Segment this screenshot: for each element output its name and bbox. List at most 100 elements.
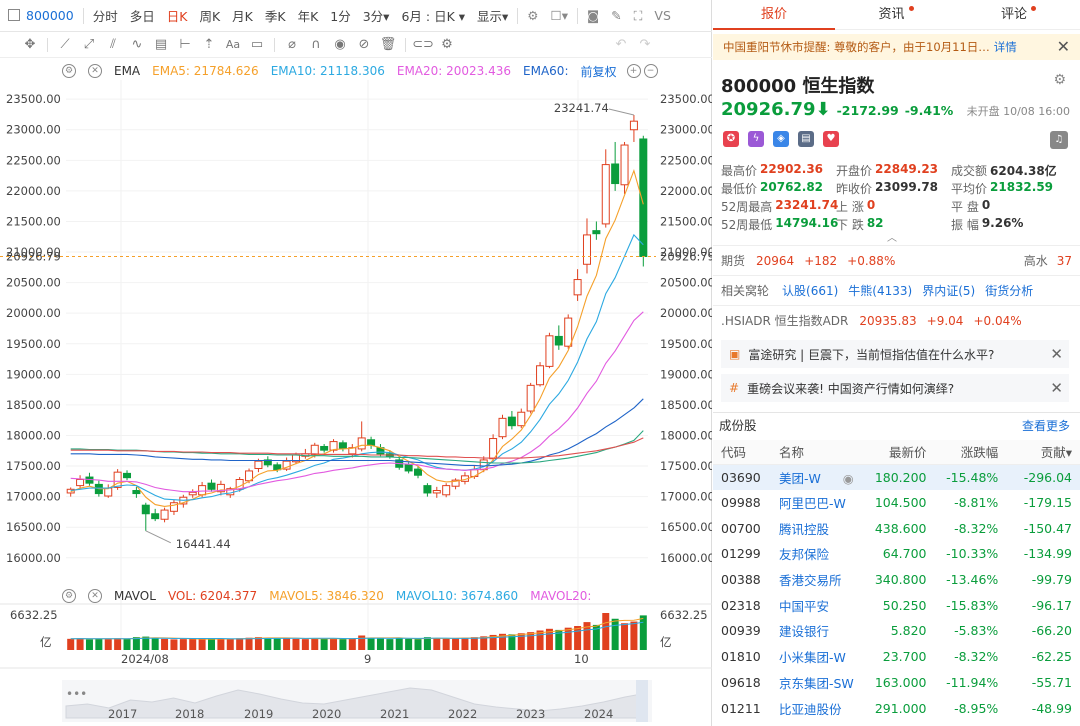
- table-row[interactable]: 09988 阿里巴巴-W 104.500 -8.81% -179.15: [713, 490, 1080, 516]
- news-item[interactable]: ▣ 富途研究 | 巨震下，当前恒指估值在什么水平? ✕: [721, 340, 1069, 368]
- kline-chart[interactable]: 23500.00 23500.00 23000.00 23000.00 22500.00…: [0, 0, 712, 726]
- table-row[interactable]: 01810 小米集团-W 23.700 -8.32% -62.25: [713, 644, 1080, 670]
- cell-price: 5.820: [890, 623, 927, 639]
- candle-body: [432, 490, 441, 494]
- navigator-year-label: 2017: [108, 707, 137, 721]
- zoom-out-icon[interactable]: −: [643, 64, 658, 78]
- stats-row: 最高价 22902.36 开盘价 22849.23 成交额 6204.38亿: [721, 162, 1071, 180]
- warrant-analysis-link[interactable]: 街货分析: [985, 282, 1033, 299]
- volume-bar: [301, 639, 309, 650]
- adjust-select[interactable]: 前复权: [581, 63, 617, 80]
- table-row[interactable]: 03690 美团-W ◉ 180.200 -15.48% -296.04: [713, 464, 1080, 490]
- y-tick-label-right: 20500.00: [660, 276, 712, 290]
- col-change-pct[interactable]: 涨跌幅: [934, 440, 1007, 465]
- gear-icon[interactable]: ⚙: [62, 64, 76, 78]
- table-row[interactable]: 02318 中国平安 50.250 -15.83% -96.17: [713, 592, 1080, 618]
- zoom-in-icon[interactable]: +: [626, 64, 641, 78]
- col-name[interactable]: 名称: [770, 440, 862, 465]
- eye-icon[interactable]: ◉: [839, 471, 854, 486]
- col-price[interactable]: 最新价: [861, 440, 935, 465]
- navigator-year-label: 2019: [244, 707, 273, 721]
- adr-row[interactable]: .HSIADR 恒生指数ADR 20935.83 +9.04 +0.04%: [713, 305, 1080, 335]
- cell-change-pct: -8.81%: [954, 495, 999, 511]
- lightning-icon[interactable]: ϟ: [748, 131, 764, 147]
- volume-bar: [151, 638, 159, 650]
- news-item[interactable]: # 重磅会议来袭! 中国资产行情如何演绎? ✕: [721, 374, 1069, 402]
- close-icon[interactable]: ✕: [88, 589, 102, 603]
- tab-quote[interactable]: 报价: [713, 0, 835, 30]
- indicator-name[interactable]: EMA: [114, 64, 140, 78]
- y-tick-label-right: 18000.00: [660, 428, 712, 442]
- vol-unit-left: 亿: [40, 635, 52, 649]
- cell-name: 比亚迪股份: [778, 701, 842, 717]
- col-contribution[interactable]: 贡献▾: [1006, 440, 1080, 465]
- tab-news[interactable]: 资讯: [835, 0, 957, 30]
- cell-contribution: -99.79: [1031, 572, 1072, 588]
- ema20-value: EMA20: 20023.436: [396, 64, 512, 78]
- adr-price: 20935.83: [859, 313, 917, 328]
- candle-body: [517, 411, 526, 427]
- volume-bar: [574, 626, 582, 650]
- y-tick-label-left: 21500.00: [6, 214, 61, 228]
- warrant-cbbc-link[interactable]: 牛熊(4133): [848, 282, 912, 299]
- table-row[interactable]: 09618 京东集团-SW 163.000 -11.94% -55.71: [713, 670, 1080, 696]
- table-row[interactable]: 01299 友邦保险 64.700 -10.33% -134.99: [713, 541, 1080, 567]
- mavol20-value: MAVOL20:: [530, 589, 592, 603]
- cell-price: 291.000: [874, 700, 927, 716]
- tag-icon[interactable]: ◈: [773, 131, 789, 147]
- stat-label: 最高价: [721, 164, 758, 178]
- y-tick-label-left: 23500.00: [6, 92, 61, 106]
- table-row[interactable]: 00388 香港交易所 340.800 -13.46% -99.79: [713, 567, 1080, 593]
- candle-body: [592, 230, 601, 235]
- warrant-inline-link[interactable]: 界内证(5): [922, 282, 975, 299]
- col-code[interactable]: 代码: [713, 440, 771, 465]
- close-icon[interactable]: ✕: [88, 64, 102, 78]
- y-tick-label-right: 16000.00: [660, 551, 712, 565]
- table-row[interactable]: 01211 比亚迪股份 291.000 -8.95% -48.99: [713, 695, 1080, 721]
- stat-cell: 上 涨0: [836, 198, 951, 216]
- y-tick-label-right: 16500.00: [660, 520, 712, 534]
- table-row[interactable]: 00700 腾讯控股 438.600 -8.32% -150.47: [713, 515, 1080, 541]
- stat-value: 22902.36: [760, 162, 824, 176]
- bell-icon[interactable]: ♫: [1050, 131, 1068, 149]
- y-tick-label-right: 23500.00: [660, 92, 712, 106]
- gear-icon[interactable]: ⚙: [62, 589, 76, 603]
- low-label: 16441.44: [176, 537, 231, 551]
- warrant-call-link[interactable]: 认股(661): [782, 282, 838, 299]
- close-icon[interactable]: ✕: [1050, 345, 1063, 363]
- close-icon[interactable]: ✕: [1057, 34, 1070, 60]
- book-icon[interactable]: ▤: [798, 131, 814, 147]
- cell-price: 64.700: [882, 546, 927, 562]
- y-tick-label-left: 20000.00: [6, 306, 61, 320]
- gear-icon[interactable]: ⚙: [1053, 72, 1066, 88]
- close-icon[interactable]: ✕: [1050, 379, 1063, 397]
- stat-label: 平 盘: [951, 200, 979, 214]
- chevron-up-icon[interactable]: ︿: [887, 229, 897, 244]
- volume-bar: [179, 639, 187, 650]
- futures-row[interactable]: 期货 20964 +182 +0.88% 高水 37: [713, 245, 1080, 275]
- volume-indicator-name[interactable]: MAVOL: [114, 589, 156, 603]
- stat-cell: 最低价 20762.82: [721, 180, 836, 198]
- volume-bar: [320, 638, 328, 650]
- stat-cell: 52周最高 23241.74: [721, 198, 838, 216]
- candle-body: [564, 317, 573, 347]
- view-more-link[interactable]: 查看更多: [1022, 413, 1070, 439]
- cell-name: 小米集团-W: [778, 650, 846, 666]
- table-row[interactable]: 00939 建设银行 5.820 -5.83% -66.20: [713, 618, 1080, 644]
- candle-body: [357, 437, 366, 450]
- heart-icon[interactable]: ♥: [823, 131, 839, 147]
- notice-detail-link[interactable]: 详情: [994, 40, 1017, 54]
- stat-label: 上 涨: [836, 200, 864, 214]
- cell-contribution: -179.15: [1023, 495, 1072, 511]
- volume-bar: [76, 638, 84, 650]
- cell-code: 00939: [721, 623, 761, 639]
- y-tick-label-left: 22500.00: [6, 153, 61, 167]
- volume-bar: [114, 638, 122, 650]
- volume-bar: [170, 639, 178, 650]
- last-price-label-right: 20926.79: [660, 250, 712, 264]
- adr-pct: +0.04%: [973, 313, 1022, 328]
- stat-value: 22849.23: [875, 162, 939, 176]
- flag-icon[interactable]: ✪: [723, 131, 739, 147]
- tab-comments[interactable]: 评论: [957, 0, 1080, 30]
- stat-label: 52周最高: [721, 200, 773, 214]
